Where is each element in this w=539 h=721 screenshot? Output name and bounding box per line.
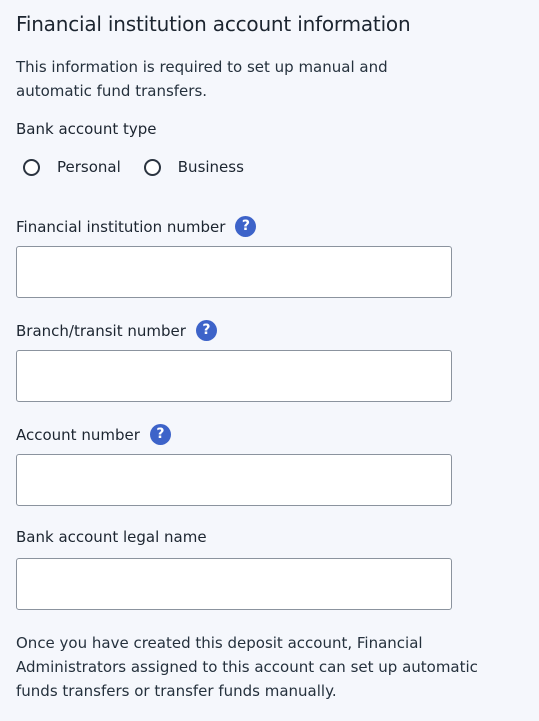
account-type-label-text: Bank account type [16,120,157,138]
transit-number-help-icon[interactable]: ? [195,320,217,341]
institution-number-help-icon[interactable]: ? [235,216,257,237]
legal-name-label-text: Bank account legal name [16,528,207,546]
radio-business-label[interactable]: Business [178,158,244,176]
institution-number-label-text: Financial institution number [16,217,226,236]
institution-number-label: Financial institution number ? [16,216,257,237]
transit-number-input[interactable] [16,350,452,402]
footer-note: Once you have created this deposit accou… [16,634,478,700]
account-type-radio-group: Personal Business [23,158,267,176]
intro-text: This information is required to set up m… [16,58,388,100]
radio-personal-label[interactable]: Personal [57,158,121,176]
radio-personal[interactable]: Personal [23,158,121,176]
radio-personal-circle[interactable] [23,158,40,176]
radio-business[interactable]: Business [143,158,244,176]
institution-number-input[interactable] [16,246,452,298]
account-number-label: Account number ? [16,424,171,445]
transit-number-label: Branch/transit number ? [16,320,217,341]
legal-name-input[interactable] [16,558,452,610]
account-number-label-text: Account number [16,425,140,444]
account-number-input[interactable] [16,454,452,506]
radio-business-circle[interactable] [143,158,161,176]
transit-number-label-text: Branch/transit number [16,321,186,340]
account-number-help-icon[interactable]: ? [149,424,171,445]
account-type-label: Bank account type [16,120,156,138]
legal-name-label: Bank account legal name [16,528,207,546]
section-title: Financial institution account informatio… [16,12,411,36]
